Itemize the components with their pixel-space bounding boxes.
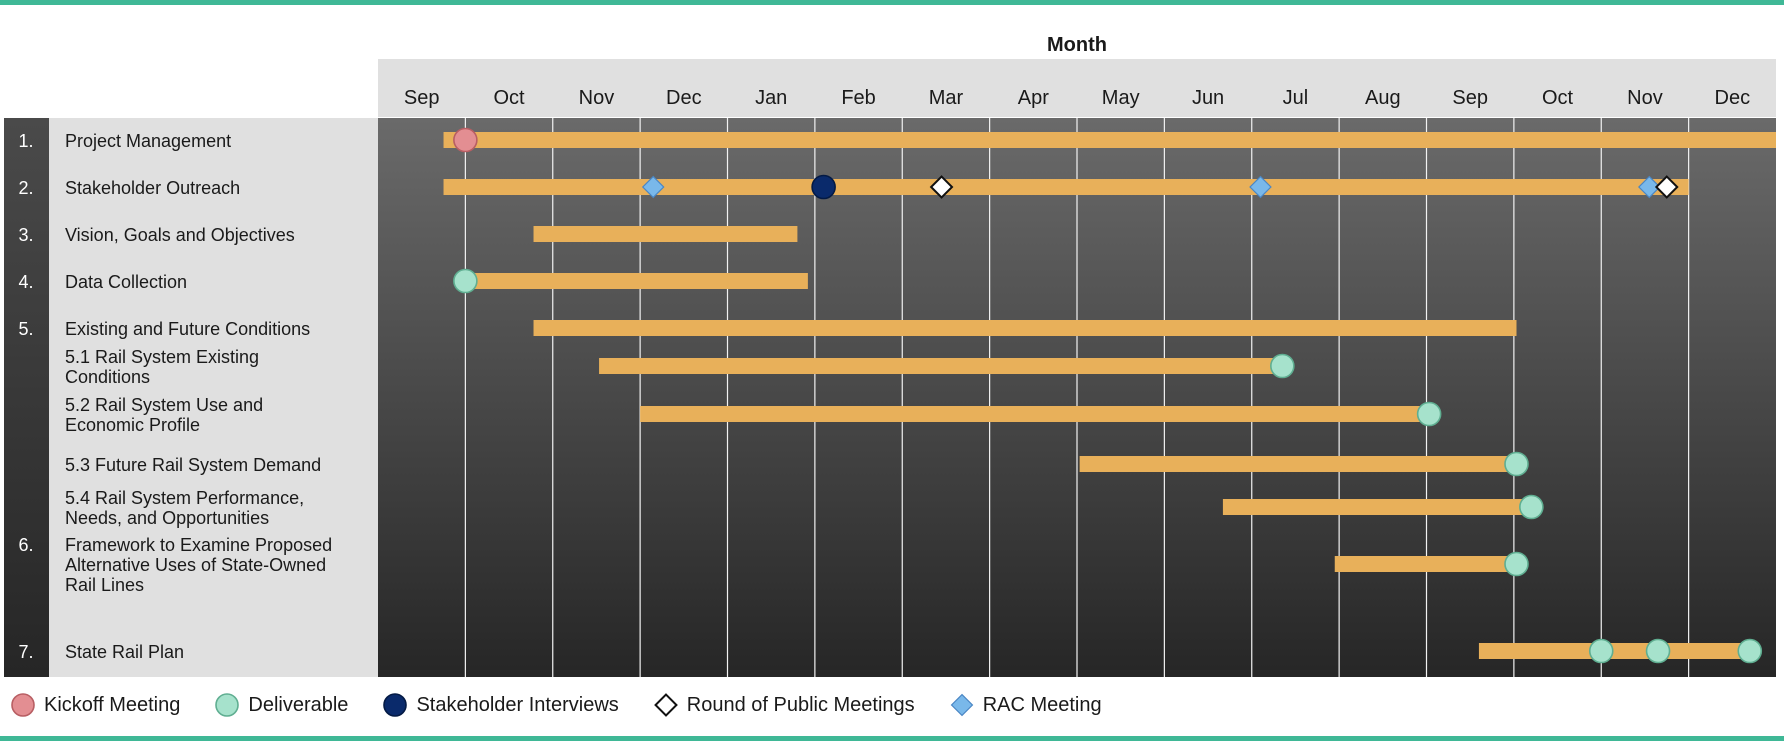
legend-swatch: [215, 693, 240, 717]
month-label: Mar: [929, 87, 964, 109]
task-number: 6.: [18, 535, 33, 555]
task-label-line: 5.1 Rail System Existing: [65, 347, 259, 367]
task-number: 5.: [18, 319, 33, 339]
chart-title: Month: [1047, 34, 1107, 56]
task-label: Existing and Future Conditions: [65, 319, 310, 339]
task-label-line: Alternative Uses of State-Owned: [65, 555, 326, 575]
kickoff-meeting-marker: [453, 127, 478, 153]
task-number: 4.: [18, 272, 33, 292]
deliverable-marker: [1416, 401, 1442, 427]
task-label-line: 5.2 Rail System Use and: [65, 395, 263, 415]
task-bar: [443, 132, 1776, 148]
task-label-line: Framework to Examine Proposed: [65, 535, 332, 555]
task-label: State Rail Plan: [65, 642, 184, 662]
deliverable-marker: [1504, 451, 1529, 477]
legend-label: Deliverable: [248, 693, 349, 716]
legend-item-public: Round of Public Meetings: [653, 692, 915, 718]
task-bar: [599, 358, 1283, 374]
task-label-line: Rail Lines: [65, 575, 144, 595]
legend-swatch: [383, 693, 408, 717]
legend-label: Kickoff Meeting: [44, 693, 181, 716]
deliverable-marker: [1588, 638, 1614, 664]
task-label-line: 5.4 Rail System Performance,: [65, 488, 304, 508]
deliverable-marker: [453, 268, 478, 294]
task-label-line: Needs, and Opportunities: [65, 508, 269, 528]
gantt-chart-frame: Month Sep Oct Nov Dec Jan Feb Mar Apr May Jun Jul A…: [0, 0, 1784, 741]
month-label: Feb: [841, 87, 875, 109]
task-label-line: 5.3 Future Rail System Demand: [65, 455, 321, 475]
task-number: 1.: [18, 131, 33, 151]
task-label-line: Existing and Future Conditions: [65, 319, 310, 339]
legend-swatch: [11, 693, 35, 717]
month-label: Jun: [1192, 87, 1224, 109]
task-label-line: Project Management: [65, 131, 231, 151]
task-number: 2.: [18, 178, 33, 198]
legend-swatch: [950, 693, 973, 717]
task-bar: [1079, 456, 1517, 472]
task-bar: [1478, 643, 1750, 659]
task-label: Data Collection: [65, 272, 187, 292]
task-number-column: [4, 118, 49, 677]
legend-item-interview: Stakeholder Interviews: [382, 692, 619, 718]
task-label: 5.4 Rail System Performance, Needs, and O…: [65, 488, 304, 528]
task-label-line: Stakeholder Outreach: [65, 178, 240, 198]
gantt-chart: Month Sep Oct Nov Dec Jan Feb Mar Apr May Jun Jul A…: [4, 34, 1776, 677]
task-label: Vision, Goals and Objectives: [65, 225, 295, 245]
legend-item-rac: RAC Meeting: [949, 692, 1102, 718]
task-bar: [640, 406, 1430, 422]
month-label: Jul: [1283, 87, 1309, 109]
deliverable-marker: [1645, 638, 1671, 664]
task-bar: [533, 226, 798, 242]
task-bar: [443, 179, 1689, 195]
rac-meeting-marker: [950, 693, 973, 717]
month-label: Jan: [755, 87, 787, 109]
deliverable-marker: [1270, 353, 1295, 379]
legend-label: Stakeholder Interviews: [416, 693, 619, 716]
legend-swatch: [653, 693, 678, 717]
task-number: 3.: [18, 225, 33, 245]
task-bar: [533, 320, 1517, 336]
legend-item-kickoff: Kickoff Meeting: [10, 692, 180, 718]
task-label: Project Management: [65, 131, 231, 151]
task-label-line: Data Collection: [65, 272, 187, 292]
public-meeting-marker: [653, 693, 678, 717]
month-label: Nov: [579, 87, 615, 109]
deliverable-marker: [215, 693, 240, 717]
month-label: Oct: [1542, 87, 1574, 109]
legend-item-deliverable: Deliverable: [214, 692, 348, 718]
month-label: Dec: [1715, 87, 1751, 109]
month-label: Dec: [666, 87, 702, 109]
legend-label: RAC Meeting: [982, 693, 1102, 716]
task-label-line: Economic Profile: [65, 415, 200, 435]
task-label-line: Conditions: [65, 367, 150, 387]
month-label: May: [1102, 87, 1140, 109]
month-label: Nov: [1627, 87, 1663, 109]
month-label: Sep: [1452, 87, 1488, 109]
task-label: 5.3 Future Rail System Demand: [65, 455, 321, 475]
deliverable-marker: [1519, 494, 1544, 520]
legend: Kickoff Meeting Deliverable Stakeholder In…: [10, 688, 1136, 722]
month-label: Sep: [404, 87, 440, 109]
bottom-accent-rule: [0, 736, 1784, 741]
legend-label: Round of Public Meetings: [686, 693, 915, 716]
task-bar: [1222, 499, 1532, 515]
kickoff-meeting-marker: [11, 693, 35, 717]
stakeholder-interview-marker: [383, 693, 408, 717]
task-label-line: State Rail Plan: [65, 642, 184, 662]
deliverable-marker: [1504, 551, 1529, 577]
month-label: Apr: [1018, 87, 1049, 109]
task-bar: [465, 273, 808, 289]
month-label: Oct: [494, 87, 526, 109]
task-label-line: Vision, Goals and Objectives: [65, 225, 295, 245]
month-label: Aug: [1365, 87, 1401, 109]
deliverable-marker: [1737, 638, 1763, 664]
task-number: 7.: [18, 642, 33, 662]
task-label: Stakeholder Outreach: [65, 178, 240, 198]
stakeholder-interview-marker: [811, 174, 836, 200]
task-bar: [1334, 556, 1517, 572]
